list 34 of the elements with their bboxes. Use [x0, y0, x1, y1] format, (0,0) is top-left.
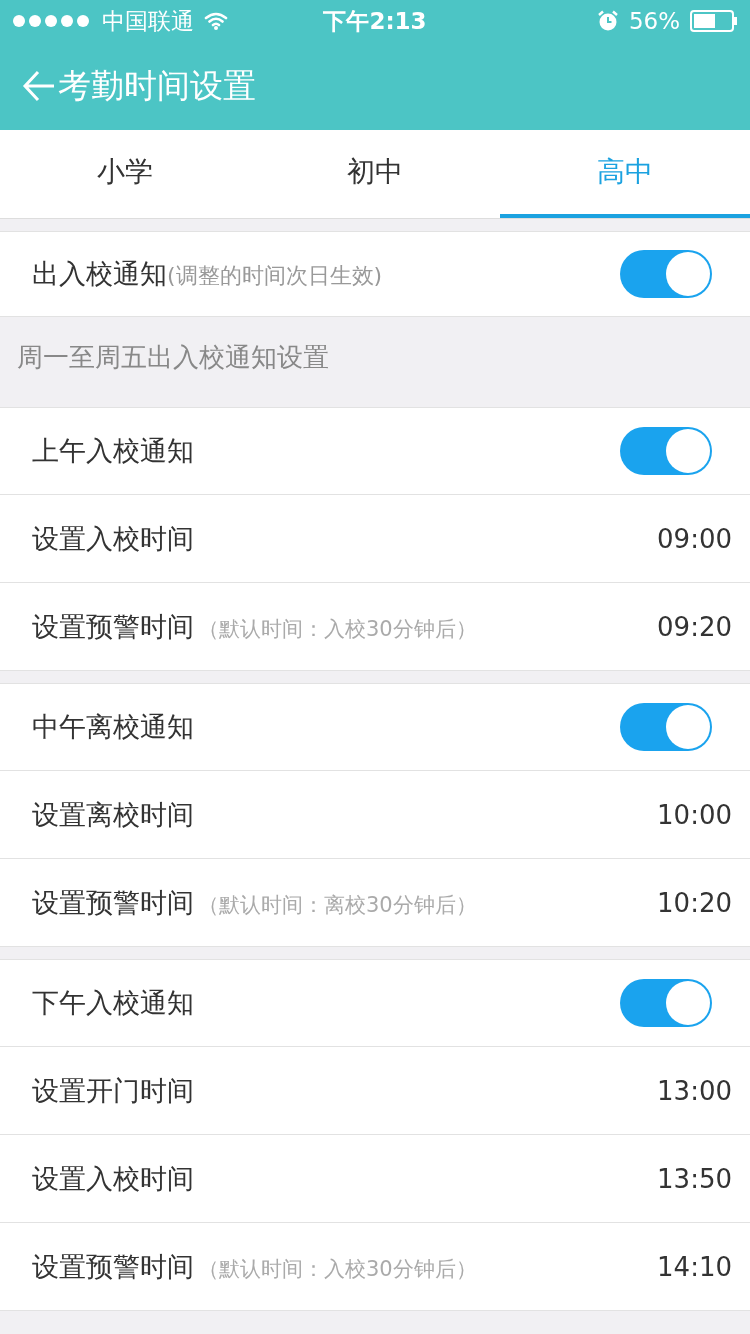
section-header: 周一至周五出入校通知设置 [16, 340, 330, 374]
setting-label: 出入校通知(调整的时间次日生效) [32, 257, 383, 291]
page-title: 考勤时间设置 [58, 64, 256, 107]
back-icon[interactable] [22, 69, 56, 103]
time-value[interactable]: 14:10 [657, 1251, 732, 1282]
toggle-switch[interactable] [620, 427, 712, 475]
wifi-icon [204, 12, 228, 30]
setting-label[interactable]: 设置入校时间 [32, 1160, 194, 1197]
time-value[interactable]: 10:20 [657, 887, 732, 918]
setting-label[interactable]: 设置离校时间 [32, 796, 194, 833]
signal-icon [12, 14, 92, 28]
time-value[interactable]: 09:00 [657, 523, 732, 554]
time-value[interactable]: 10:00 [657, 799, 732, 830]
time-value[interactable]: 13:00 [657, 1075, 732, 1106]
battery-icon [690, 10, 738, 32]
toggle-switch[interactable] [620, 250, 712, 298]
toggle-switch[interactable] [620, 979, 712, 1027]
tab[interactable]: 小学 [0, 130, 250, 218]
setting-label[interactable]: 设置预警时间（默认时间：入校30分钟后） [32, 608, 477, 645]
time-value[interactable]: 13:50 [657, 1163, 732, 1194]
battery-percent: 56% [628, 8, 680, 34]
tab[interactable]: 初中 [250, 130, 500, 218]
time-value[interactable]: 09:20 [657, 611, 732, 642]
setting-label[interactable]: 设置预警时间（默认时间：入校30分钟后） [32, 1248, 477, 1285]
setting-label: 上午入校通知 [32, 434, 194, 468]
setting-label[interactable]: 设置入校时间 [32, 520, 194, 557]
setting-label[interactable]: 设置预警时间（默认时间：离校30分钟后） [32, 884, 477, 921]
setting-label: 下午入校通知 [32, 986, 194, 1020]
setting-label: 中午离校通知 [32, 710, 194, 744]
alarm-icon [596, 10, 619, 32]
toggle-switch[interactable] [620, 703, 712, 751]
status-time: 下午2:13 [323, 6, 427, 36]
carrier-name: 中国联通 [102, 6, 194, 36]
setting-label[interactable]: 设置开门时间 [32, 1072, 194, 1109]
